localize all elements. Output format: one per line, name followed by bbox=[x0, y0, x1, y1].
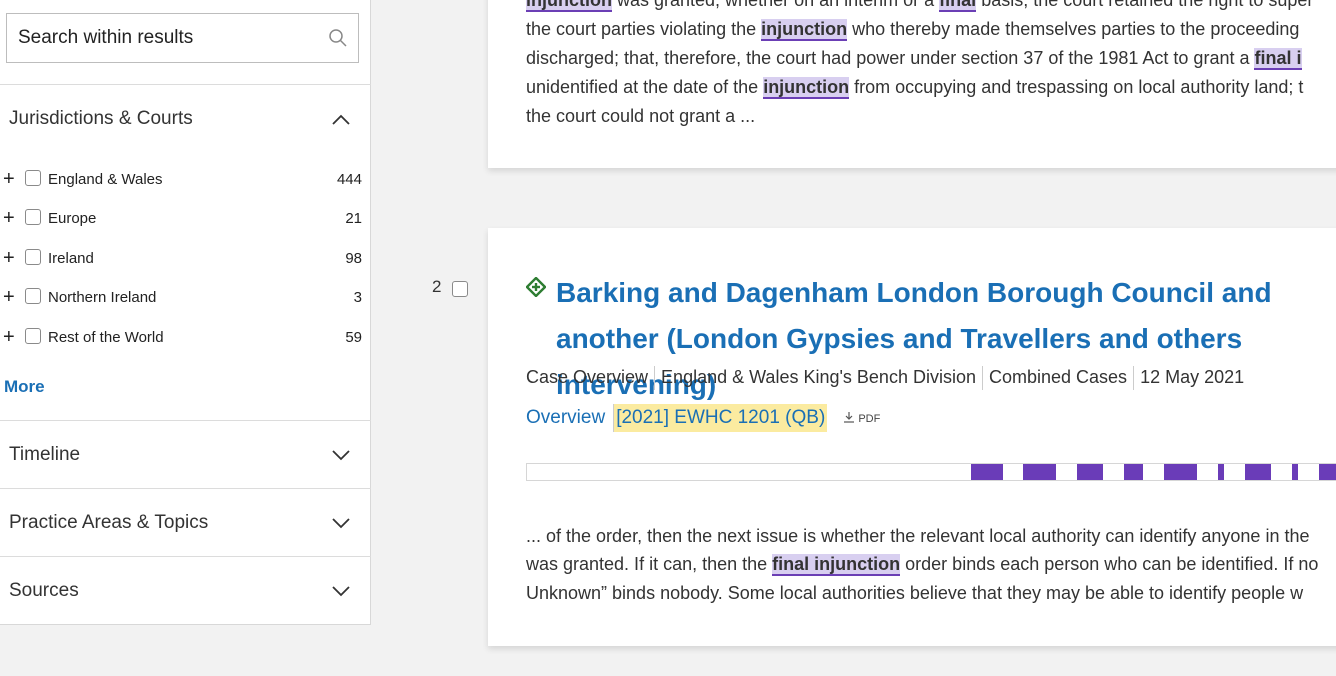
hit-segment bbox=[1164, 464, 1197, 480]
citation-link[interactable]: [2021] EWHC 1201 (QB) bbox=[613, 404, 828, 432]
snippet-line: the court parties violating the injuncti… bbox=[526, 15, 1299, 44]
facet-checkbox[interactable] bbox=[25, 328, 41, 344]
result-select-checkbox[interactable] bbox=[452, 281, 468, 297]
filters-sidebar: Jurisdictions & Courts + England & Wales… bbox=[0, 0, 371, 625]
facet-count: 444 bbox=[336, 171, 362, 188]
more-link[interactable]: More bbox=[4, 377, 45, 397]
expand-plus-icon[interactable]: + bbox=[3, 247, 15, 270]
case-type: Combined Cases bbox=[988, 366, 1128, 387]
hit-segment bbox=[1218, 464, 1224, 480]
divider bbox=[0, 420, 371, 421]
snippet-text: who thereby made themselves parties to t… bbox=[847, 19, 1300, 39]
snippet-text: was granted, whether on an interim or a bbox=[611, 0, 940, 10]
result-number: 2 bbox=[432, 277, 442, 296]
snippet-line: was granted. If it can, then the final i… bbox=[526, 550, 1318, 579]
search-highlight: final bbox=[939, 0, 977, 12]
chevron-up-icon[interactable] bbox=[331, 114, 351, 126]
download-icon bbox=[844, 411, 855, 423]
court: England & Wales King's Bench Division bbox=[661, 366, 976, 387]
snippet-text: Unknown” binds nobody. Some local author… bbox=[526, 583, 1304, 603]
search-highlight: injunction bbox=[763, 77, 850, 99]
hit-segment bbox=[1077, 464, 1103, 480]
facet-europe: + Europe 21 bbox=[0, 207, 371, 239]
term-distribution-bar[interactable] bbox=[526, 463, 1336, 481]
facet-count: 21 bbox=[345, 210, 362, 227]
chevron-down-icon[interactable] bbox=[331, 517, 351, 529]
facet-checkbox[interactable] bbox=[25, 249, 41, 265]
search-within-results[interactable] bbox=[6, 13, 359, 63]
facet-label[interactable]: England & Wales bbox=[48, 171, 163, 188]
pdf-download-link[interactable]: PDF bbox=[843, 411, 880, 425]
hit-segment bbox=[1023, 464, 1056, 480]
snippet-line: the court could not grant a ... bbox=[526, 102, 755, 131]
facet-checkbox[interactable] bbox=[25, 288, 41, 304]
search-highlight: injunction bbox=[526, 0, 612, 12]
result-card: injunction was granted, whether on an in… bbox=[488, 0, 1336, 168]
jurisdictions-title[interactable]: Jurisdictions & Courts bbox=[9, 108, 193, 130]
facet-ireland: + Ireland 98 bbox=[0, 247, 371, 279]
document-type: Case Overview bbox=[526, 366, 649, 387]
facet-count: 3 bbox=[353, 289, 362, 306]
expand-plus-icon[interactable]: + bbox=[3, 286, 15, 309]
search-highlight: final i bbox=[1254, 48, 1302, 70]
snippet-line: injunction was granted, whether on an in… bbox=[526, 0, 1313, 15]
divider bbox=[0, 556, 371, 557]
timeline-title[interactable]: Timeline bbox=[9, 444, 80, 466]
snippet-line: ... of the order, then the next issue is… bbox=[526, 522, 1309, 551]
facet-count: 59 bbox=[345, 329, 362, 346]
decision-date: 12 May 2021 bbox=[1140, 366, 1245, 387]
facet-count: 98 bbox=[345, 250, 362, 267]
search-input[interactable] bbox=[7, 14, 328, 62]
chevron-down-icon[interactable] bbox=[331, 449, 351, 461]
snippet-text: basis, the court retained the right to s… bbox=[976, 0, 1314, 10]
facet-label[interactable]: Europe bbox=[48, 210, 96, 227]
practice-areas-title[interactable]: Practice Areas & Topics bbox=[9, 512, 208, 534]
facet-rest-of-world: + Rest of the World 59 bbox=[0, 326, 371, 358]
facet-checkbox[interactable] bbox=[25, 209, 41, 225]
overview-link[interactable]: Overview bbox=[526, 407, 605, 428]
facet-label[interactable]: Ireland bbox=[48, 250, 94, 267]
snippet-text: the court could not grant a ... bbox=[526, 106, 756, 126]
result-card: Barking and Dagenham London Borough Coun… bbox=[488, 228, 1336, 646]
hit-segment bbox=[1292, 464, 1298, 480]
separator bbox=[981, 366, 983, 390]
snippet-line: Unknown” binds nobody. Some local author… bbox=[526, 579, 1303, 608]
separator bbox=[654, 366, 656, 390]
expand-plus-icon[interactable]: + bbox=[3, 168, 15, 191]
facet-label[interactable]: Rest of the World bbox=[48, 329, 164, 346]
search-icon[interactable] bbox=[328, 28, 348, 48]
pdf-label: PDF bbox=[858, 412, 881, 425]
facet-england-wales: + England & Wales 444 bbox=[0, 168, 371, 200]
facet-northern-ireland: + Northern Ireland 3 bbox=[0, 286, 371, 318]
snippet-text: unidentified at the date of the bbox=[526, 77, 764, 97]
snippet-text: discharged; that, therefore, the court h… bbox=[526, 48, 1255, 68]
case-overview-icon bbox=[526, 277, 546, 297]
facet-label[interactable]: Northern Ireland bbox=[48, 289, 156, 306]
divider bbox=[0, 488, 371, 489]
snippet-text: from occupying and trespassing on local … bbox=[849, 77, 1304, 97]
hit-segment bbox=[1319, 464, 1336, 480]
facet-checkbox[interactable] bbox=[25, 170, 41, 186]
divider bbox=[0, 84, 371, 85]
snippet-text: the court parties violating the bbox=[526, 19, 762, 39]
snippet-text: was granted. If it can, then the bbox=[526, 554, 773, 574]
snippet-line: discharged; that, therefore, the court h… bbox=[526, 44, 1302, 73]
sources-title[interactable]: Sources bbox=[9, 580, 79, 602]
result-meta: Case Overview England & Wales King's Benc… bbox=[526, 366, 1244, 390]
chevron-down-icon[interactable] bbox=[331, 585, 351, 597]
snippet-text: order binds each person who can be ident… bbox=[900, 554, 1319, 574]
search-highlight: injunction bbox=[761, 19, 848, 41]
expand-plus-icon[interactable]: + bbox=[3, 207, 15, 230]
snippet-line: unidentified at the date of the injuncti… bbox=[526, 73, 1303, 102]
hit-segment bbox=[1245, 464, 1271, 480]
hit-segment bbox=[1124, 464, 1143, 480]
result-links: Overview [2021] EWHC 1201 (QB) PDF bbox=[526, 404, 880, 432]
snippet-text: ... of the order, then the next issue is… bbox=[526, 526, 1310, 546]
expand-plus-icon[interactable]: + bbox=[3, 326, 15, 349]
separator bbox=[1133, 366, 1135, 390]
search-highlight: final injunction bbox=[772, 554, 901, 576]
hit-segment bbox=[971, 464, 1003, 480]
